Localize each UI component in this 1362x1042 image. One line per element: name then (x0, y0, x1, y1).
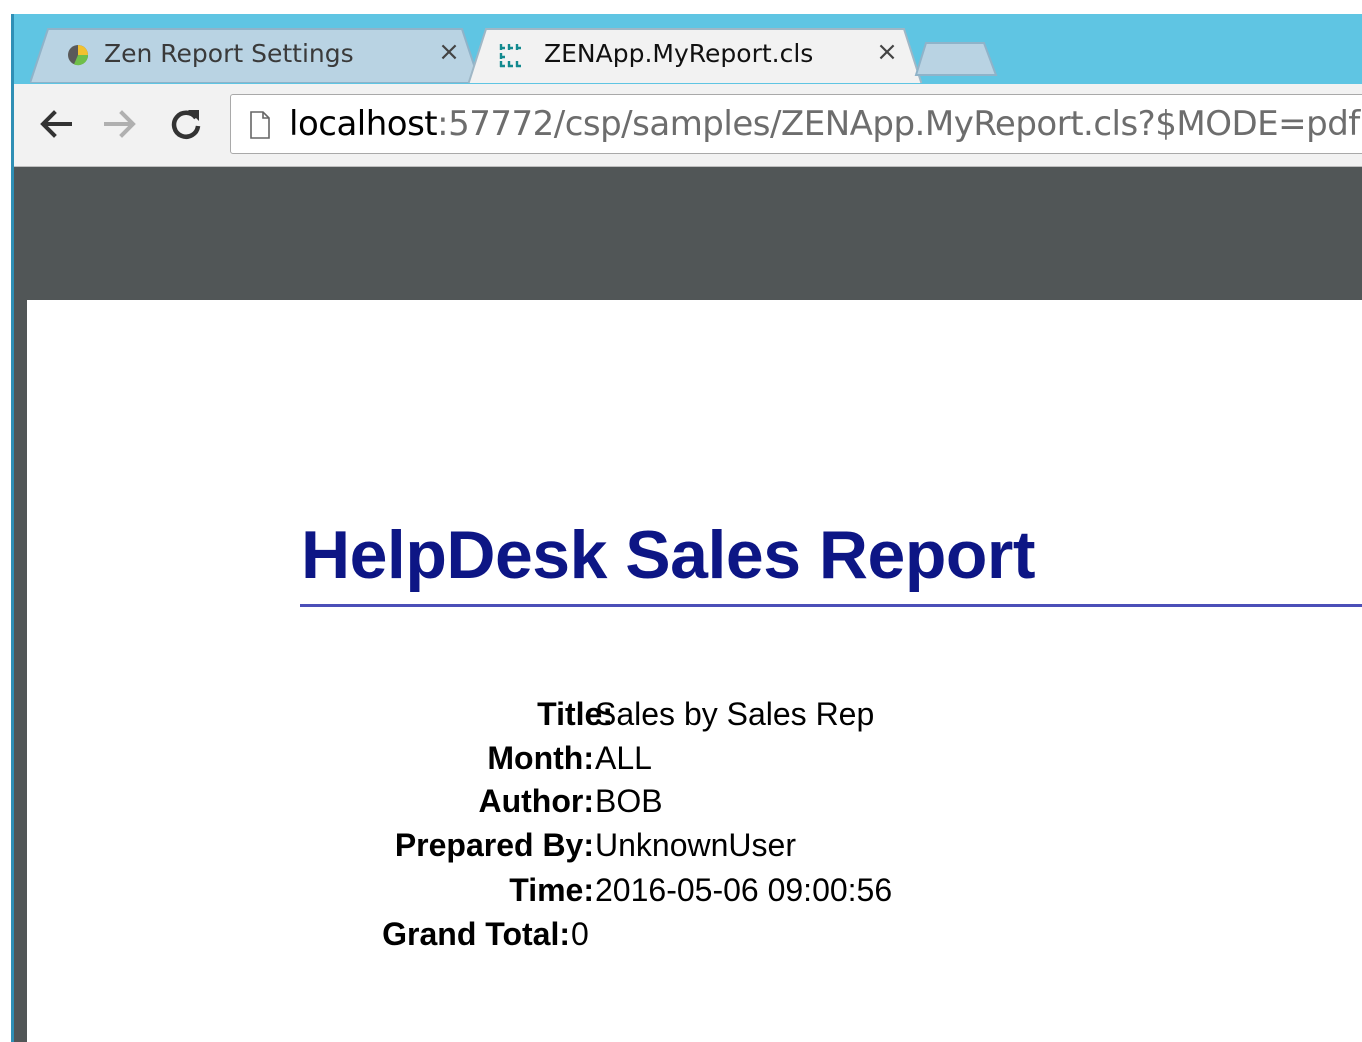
arrow-right-icon (104, 110, 136, 138)
pie-chart-icon (68, 45, 89, 66)
field-label: Time: (509, 872, 594, 908)
field-value: BOB (595, 783, 663, 819)
back-button[interactable] (36, 104, 76, 144)
tab-close-icon[interactable]: × (872, 37, 902, 67)
field-grand-total: Grand Total: (382, 914, 570, 954)
field-value: ALL (595, 740, 652, 776)
field-label: Month: (487, 740, 594, 776)
reload-button[interactable] (166, 104, 206, 144)
field-author-value: BOB (595, 781, 663, 821)
tab-label: Zen Report Settings (104, 39, 354, 68)
browser-toolbar: localhost:57772/csp/samples/ZENApp.MyRep… (14, 84, 1362, 167)
zen-grid-icon (499, 44, 521, 68)
field-time-value: 2016-05-06 09:00:56 (595, 870, 892, 910)
field-label: Author: (478, 783, 594, 819)
field-time: Time: (509, 870, 594, 910)
field-value: 2016-05-06 09:00:56 (595, 872, 893, 908)
field-value: UnknownUser (595, 827, 796, 863)
tab-label: ZENApp.MyReport.cls (544, 39, 814, 68)
field-prepared-by-value: UnknownUser (595, 825, 796, 865)
pdf-viewer-toolbar (14, 167, 1362, 300)
address-url: localhost:57772/csp/samples/ZENApp.MyRep… (289, 103, 1360, 145)
url-host: localhost (289, 104, 438, 144)
field-grand-total-value: 0 (571, 914, 589, 954)
field-value: Sales by Sales Rep (595, 696, 875, 732)
report-title: HelpDesk Sales Report (301, 517, 1036, 593)
arrow-left-icon (40, 110, 72, 138)
field-title-value: Sales by Sales Rep (595, 694, 874, 734)
forward-button[interactable] (100, 104, 140, 144)
reload-icon (171, 110, 201, 139)
tab-close-icon[interactable]: × (434, 37, 464, 67)
field-month: Month: (487, 738, 594, 778)
field-prepared-by: Prepared By: (395, 825, 594, 865)
field-label: Prepared By: (394, 827, 594, 863)
browser-window: Zen Report Settings × ZENApp.MyReport.cl… (0, 0, 1362, 1042)
field-value: 0 (571, 916, 589, 952)
title-divider (300, 604, 1362, 607)
new-tab-button[interactable] (914, 40, 998, 76)
pdf-viewer-margin (14, 300, 27, 1042)
url-path: :57772/csp/samples/ZENApp.MyReport.cls?$… (437, 104, 1360, 144)
page-icon (250, 111, 270, 139)
tab-zen-report-settings[interactable]: Zen Report Settings × (30, 27, 480, 83)
report-page: HelpDesk Sales Report Title: Sales by Sa… (27, 300, 1362, 1042)
tab-zenapp-myreport[interactable]: ZENApp.MyReport.cls × (468, 27, 922, 83)
field-month-value: ALL (595, 738, 652, 778)
address-bar[interactable]: localhost:57772/csp/samples/ZENApp.MyRep… (230, 94, 1362, 154)
field-label: Grand Total: (382, 916, 570, 952)
field-author: Author: (478, 781, 594, 821)
